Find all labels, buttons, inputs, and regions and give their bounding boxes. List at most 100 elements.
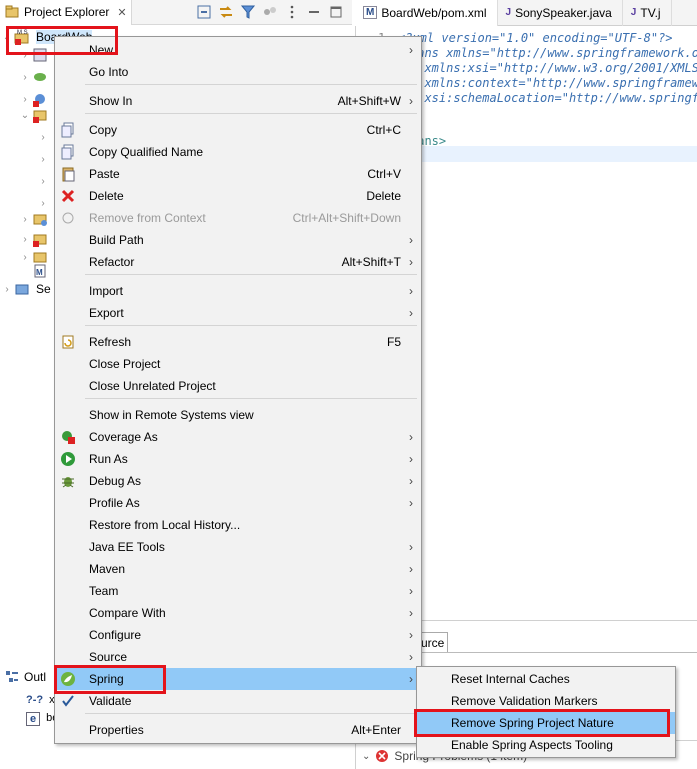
svg-text:M: M <box>36 268 43 277</box>
working-sets-icon[interactable] <box>262 4 278 20</box>
chevron-right-icon[interactable]: › <box>0 284 14 295</box>
filter-icon[interactable] <box>240 4 256 20</box>
menu-item-label: Refactor <box>89 255 135 269</box>
menu-item-label: Enable Spring Aspects Tooling <box>451 738 613 752</box>
submenu-arrow-icon: › <box>409 233 413 247</box>
menu-item-shortcut: Alt+Shift+W <box>337 94 401 108</box>
paste-icon <box>60 166 76 182</box>
menu-item-label: Close Unrelated Project <box>89 379 216 393</box>
menu-item-properties[interactable]: Properties Alt+Enter <box>55 719 421 741</box>
error-icon <box>376 750 389 762</box>
menu-item-restore-from-local-history[interactable]: Restore from Local History... <box>55 514 421 536</box>
menu-item-label: Remove Validation Markers <box>451 694 598 708</box>
menu-item-go-into[interactable]: Go Into <box>55 61 421 83</box>
submenu-arrow-icon: › <box>409 430 413 444</box>
menu-item-label: Coverage As <box>89 430 158 444</box>
menu-item-shortcut: Alt+Shift+T <box>341 255 401 269</box>
outline-tab[interactable]: Outl <box>0 664 60 690</box>
menu-item-debug-as[interactable]: Debug As › <box>55 470 421 492</box>
chevron-down-icon[interactable]: ⌄ <box>18 110 32 121</box>
menu-item-label: Source <box>89 650 128 664</box>
chevron-right-icon[interactable]: › <box>18 214 32 225</box>
menu-item-copy[interactable]: Copy Ctrl+C <box>55 119 421 141</box>
menu-item-run-as[interactable]: Run As › <box>55 448 421 470</box>
link-with-editor-icon[interactable] <box>218 4 234 20</box>
tab-sonyspeaker-java[interactable]: J SonySpeaker.java <box>498 0 623 26</box>
menu-item-maven[interactable]: Maven › <box>55 558 421 580</box>
menu-item-close-unrelated-project[interactable]: Close Unrelated Project <box>55 375 421 397</box>
submenu-arrow-icon: › <box>409 452 413 466</box>
code-line: xsi:schemaLocation="http://www.springfr <box>410 91 697 105</box>
annotation-box-spring <box>54 665 166 694</box>
menu-item-profile-as[interactable]: Profile As › <box>55 492 421 514</box>
menu-item-shortcut: F5 <box>386 335 401 349</box>
xml-element-icon: e <box>26 712 41 726</box>
tree-item-label: Se <box>36 282 51 296</box>
menu-item-coverage-as[interactable]: Coverage As › <box>55 426 421 448</box>
menu-item-label: Properties <box>89 723 144 737</box>
menu-item-enable-spring-aspects-tooling[interactable]: Enable Spring Aspects Tooling <box>417 734 675 756</box>
menu-item-show-in-remote-systems-view[interactable]: Show in Remote Systems view <box>55 404 421 426</box>
menu-item-close-project[interactable]: Close Project <box>55 353 421 375</box>
submenu-arrow-icon: › <box>409 562 413 576</box>
menu-item-configure[interactable]: Configure › <box>55 624 421 646</box>
chevron-down-icon[interactable]: ⌄ <box>362 751 370 762</box>
menu-item-refactor[interactable]: Refactor Alt+Shift+T › <box>55 251 421 273</box>
maximize-icon[interactable] <box>328 4 344 20</box>
menu-item-show-in[interactable]: Show In Alt+Shift+W › <box>55 90 421 112</box>
menu-item-label: Go Into <box>89 65 129 79</box>
menu-item-shortcut: Delete <box>366 189 401 203</box>
context-menu: New › Go Into Show In Alt+Shift+W › Copy Ctrl+C… <box>54 36 422 744</box>
chevron-right-icon[interactable]: › <box>36 132 50 143</box>
menu-item-label: Restore from Local History... <box>89 518 241 532</box>
view-menu-icon[interactable] <box>284 4 300 20</box>
xml-pi-icon: ?-? <box>26 694 44 706</box>
menu-item-label: Copy Qualified Name <box>89 145 204 159</box>
menu-separator <box>85 325 417 326</box>
menu-item-label: Team <box>89 584 119 598</box>
menu-item-build-path[interactable]: Build Path › <box>55 229 421 251</box>
menu-item-remove-from-context[interactable]: Remove from Context Ctrl+Alt+Shift+Down <box>55 207 421 229</box>
menu-item-compare-with[interactable]: Compare With › <box>55 602 421 624</box>
tab-source[interactable]: urce <box>418 632 448 652</box>
chevron-right-icon[interactable]: › <box>36 176 50 187</box>
menu-item-label: Delete <box>89 189 124 203</box>
tab-tv-java[interactable]: J TV.j <box>623 0 672 26</box>
submenu-arrow-icon: › <box>409 94 413 108</box>
java-file-icon: J <box>505 7 512 18</box>
chevron-right-icon[interactable]: › <box>18 72 32 83</box>
menu-item-copy-qualified-name[interactable]: Copy Qualified Name <box>55 141 421 163</box>
project-explorer-icon <box>5 5 19 18</box>
menu-item-delete[interactable]: Delete Delete <box>55 185 421 207</box>
submenu-arrow-icon: › <box>409 650 413 664</box>
java-resources-icon <box>33 110 47 123</box>
chevron-right-icon[interactable]: › <box>36 198 50 209</box>
menu-item-java-ee-tools[interactable]: Java EE Tools › <box>55 536 421 558</box>
close-icon[interactable]: ✕ <box>117 6 126 19</box>
chevron-right-icon[interactable]: › <box>18 252 32 263</box>
menu-item-label: Profile As <box>89 496 140 510</box>
menu-item-team[interactable]: Team › <box>55 580 421 602</box>
menu-separator <box>85 113 417 114</box>
submenu-arrow-icon: › <box>409 584 413 598</box>
coverage-icon <box>60 429 76 445</box>
menu-item-export[interactable]: Export › <box>55 302 421 324</box>
collapse-all-icon[interactable] <box>196 4 212 20</box>
menu-item-shortcut: Ctrl+V <box>367 167 401 181</box>
menu-item-label: Close Project <box>89 357 161 371</box>
chevron-right-icon[interactable]: › <box>18 94 32 105</box>
menu-item-label: Remove from Context <box>89 211 206 225</box>
chevron-right-icon[interactable]: › <box>18 234 32 245</box>
menu-item-import[interactable]: Import › <box>55 280 421 302</box>
menu-item-paste[interactable]: Paste Ctrl+V <box>55 163 421 185</box>
menu-item-label: Java EE Tools <box>89 540 165 554</box>
menu-item-refresh[interactable]: Refresh F5 <box>55 331 421 353</box>
refresh-icon <box>60 334 76 350</box>
project-explorer-tab[interactable]: Project Explorer ✕ <box>0 0 132 25</box>
minimize-icon[interactable] <box>306 4 322 20</box>
maven-pom-icon: M <box>34 264 46 278</box>
menu-item-reset-internal-caches[interactable]: Reset Internal Caches <box>417 668 675 690</box>
chevron-right-icon[interactable]: › <box>36 154 50 165</box>
tab-pom-xml[interactable]: M BoardWeb/pom.xml <box>355 0 498 26</box>
submenu-arrow-icon: › <box>409 306 413 320</box>
